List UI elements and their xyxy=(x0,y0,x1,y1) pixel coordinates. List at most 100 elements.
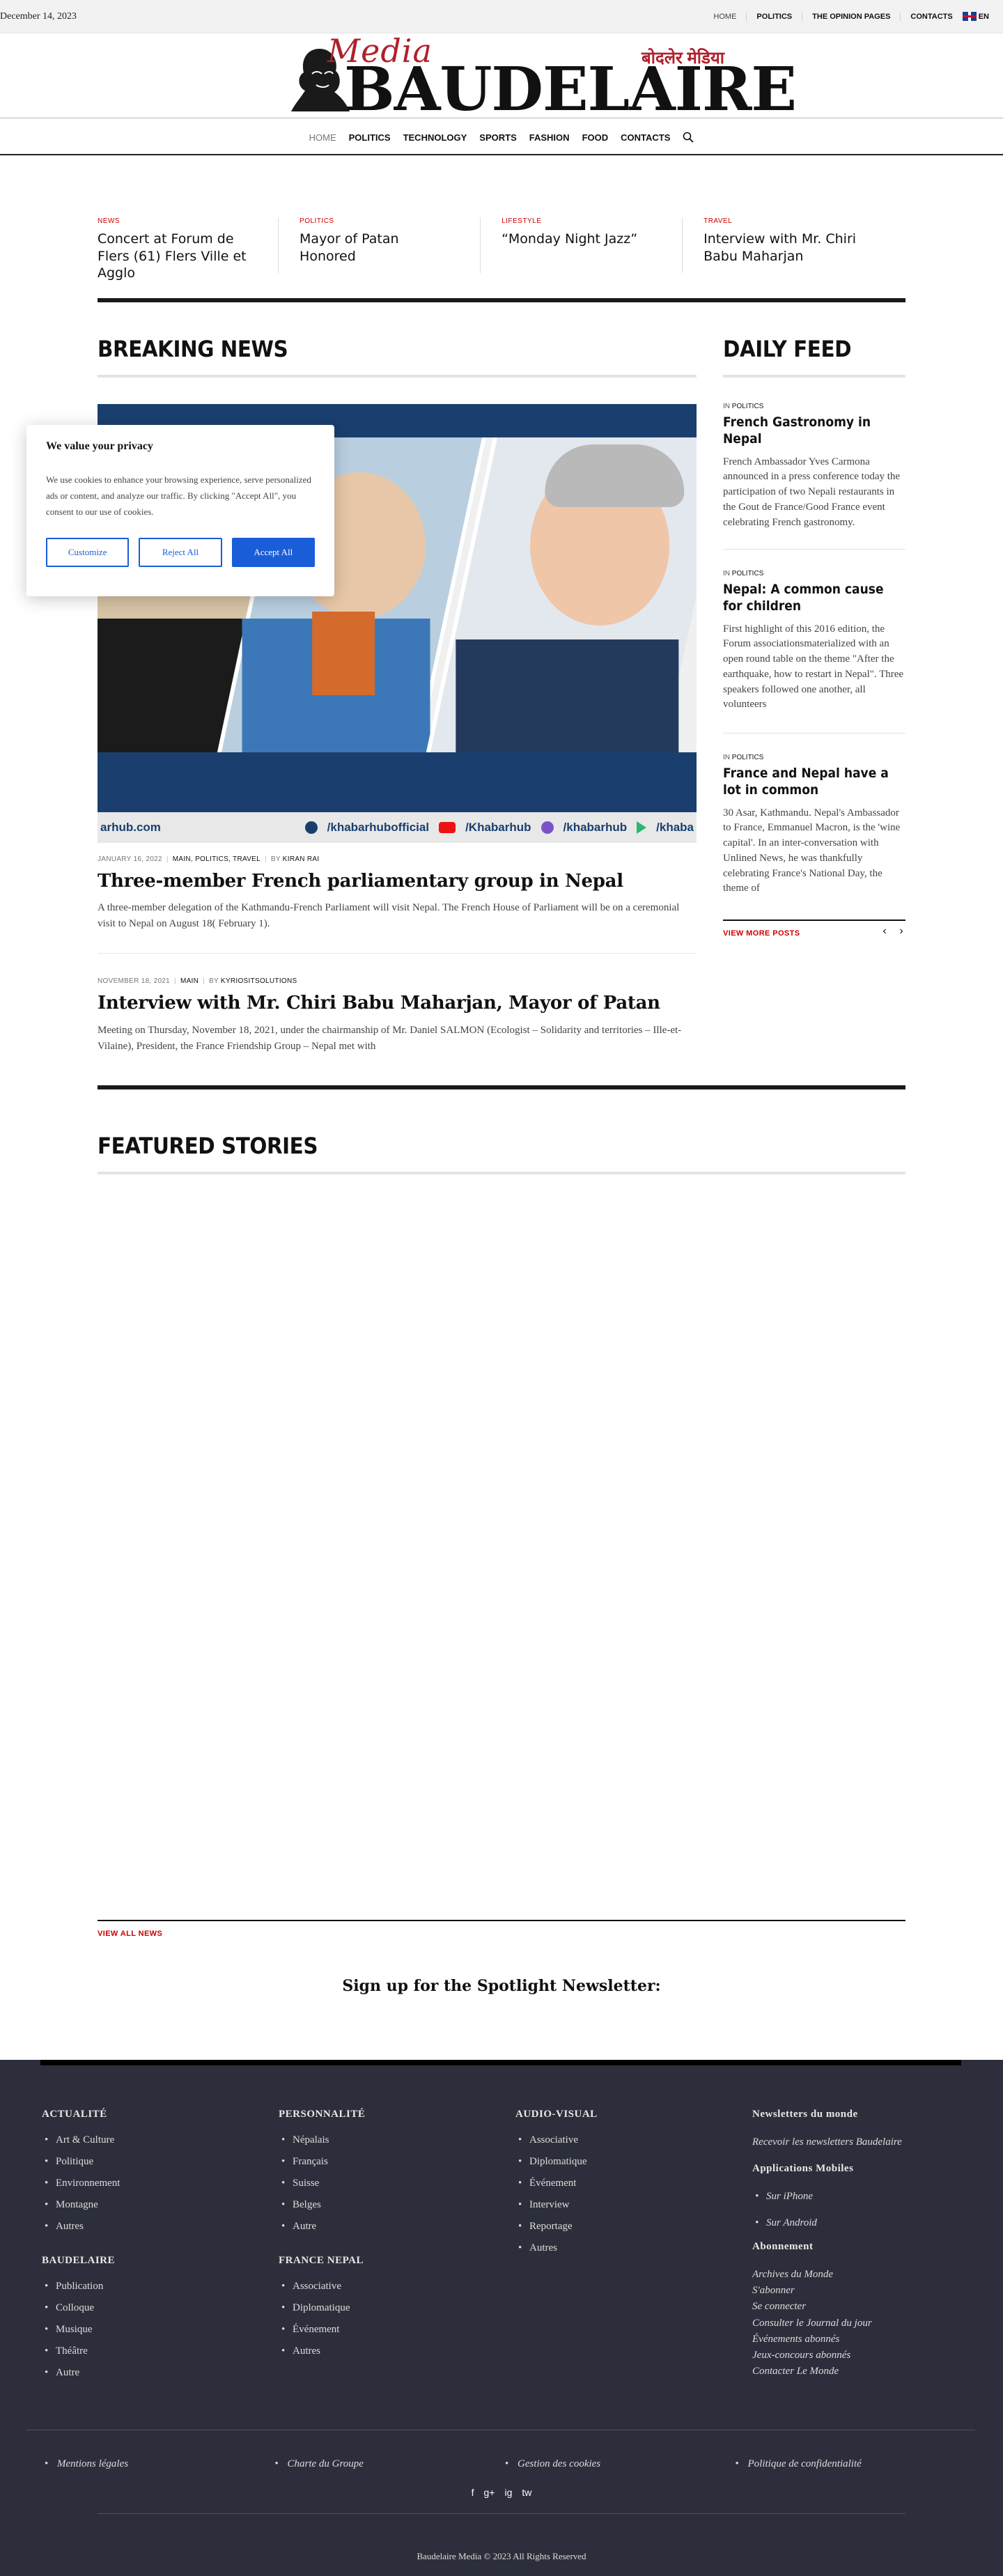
meta-separator: | xyxy=(166,855,169,863)
footer-link[interactable]: Contacter Le Monde xyxy=(752,2364,961,2380)
chevron-left-icon[interactable]: ‹ xyxy=(879,925,890,938)
footer-heading: Applications Mobiles xyxy=(752,2163,854,2175)
footer-link[interactable]: Jeux-concours abonnés xyxy=(752,2348,961,2364)
nav-politics[interactable]: POLITICS xyxy=(349,132,391,143)
article-title[interactable]: Three-member French parliamentary group … xyxy=(98,871,623,892)
accept-all-button[interactable]: Accept All xyxy=(231,538,315,568)
nav-home[interactable]: HOME xyxy=(309,132,336,143)
language-switch[interactable]: EN xyxy=(962,12,989,21)
top-link-politics[interactable]: POLITICS xyxy=(746,12,802,21)
footer-link[interactable]: Consulter le Journal du jour xyxy=(752,2315,961,2331)
footer-link[interactable]: Suisse xyxy=(279,2178,365,2189)
footer-link[interactable]: Autres xyxy=(515,2242,598,2254)
top-link-home[interactable]: HOME xyxy=(703,13,746,21)
ticker-item[interactable]: TRAVEL Interview with Mr. Chiri Babu Mah… xyxy=(703,217,885,273)
search-icon[interactable] xyxy=(683,132,694,143)
footer-link[interactable]: Politique xyxy=(42,2156,120,2168)
ticker-item[interactable]: POLITICS Mayor of Patan Honored xyxy=(300,217,481,273)
view-more-posts-link[interactable]: VIEW MORE POSTS xyxy=(723,929,800,938)
article-by: BY xyxy=(270,855,281,863)
google-plus-icon[interactable]: g+ xyxy=(484,2487,495,2498)
nav-fashion[interactable]: FASHION xyxy=(529,132,570,143)
facebook-icon[interactable]: f xyxy=(472,2487,474,2498)
footer-link[interactable]: Interview xyxy=(515,2199,598,2211)
footer-link[interactable]: Musique xyxy=(42,2324,115,2336)
reject-all-button[interactable]: Reject All xyxy=(139,538,222,568)
article-author[interactable]: KYRIOSITSOLUTIONS xyxy=(221,977,297,985)
logo-wordmark: BAUDELAIRE xyxy=(344,54,797,125)
footer-link[interactable]: Se connecter xyxy=(752,2299,961,2315)
feed-category-line: IN POLITICS xyxy=(723,403,905,410)
ticker-title[interactable]: Mayor of Patan Honored xyxy=(300,231,459,265)
footer-link[interactable]: Autre xyxy=(42,2367,115,2379)
footer-link[interactable]: Belges xyxy=(279,2199,365,2211)
image-bottom-band xyxy=(98,752,697,812)
portrait-hair xyxy=(545,444,685,507)
legal-link[interactable]: Charte du Groupe xyxy=(271,2458,502,2470)
article-title[interactable]: Interview with Mr. Chiri Babu Maharjan, … xyxy=(98,993,660,1014)
footer-link[interactable]: Autre xyxy=(279,2221,365,2233)
legal-link[interactable]: Gestion des cookies xyxy=(501,2458,731,2470)
nav-sports[interactable]: SPORTS xyxy=(479,132,516,143)
customize-button[interactable]: Customize xyxy=(46,538,130,568)
footer-link[interactable]: Montagne xyxy=(42,2199,120,2211)
footer-link[interactable]: Événement xyxy=(515,2178,598,2189)
feed-item[interactable]: IN POLITICS Nepal: A common cause for ch… xyxy=(723,570,905,713)
twitter-icon[interactable]: tw xyxy=(522,2487,531,2498)
feed-category[interactable]: POLITICS xyxy=(732,403,764,410)
ticker-title[interactable]: “Monday Night Jazz” xyxy=(502,231,661,248)
nav-contacts[interactable]: CONTACTS xyxy=(621,132,670,143)
footer-link[interactable]: Environnement xyxy=(42,2178,120,2189)
chevron-right-icon[interactable]: › xyxy=(896,925,907,938)
feed-divider xyxy=(723,733,905,734)
feed-category[interactable]: POLITICS xyxy=(732,754,764,761)
feed-item[interactable]: IN POLITICS French Gastronomy in Nepal F… xyxy=(723,403,905,530)
footer-link[interactable]: Reportage xyxy=(515,2221,598,2233)
top-link-contacts[interactable]: CONTACTS xyxy=(900,12,962,21)
top-link-opinion[interactable]: THE OPINION PAGES xyxy=(802,12,900,21)
footer-link[interactable]: Associative xyxy=(279,2281,364,2292)
footer-link[interactable]: Publication xyxy=(42,2281,115,2292)
feed-title[interactable]: France and Nepal have a lot in common xyxy=(723,766,905,799)
feed-item[interactable]: IN POLITICS France and Nepal have a lot … xyxy=(723,754,905,897)
top-bar: December 14, 2023 HOME POLITICS THE OPIN… xyxy=(0,0,1003,33)
footer-link[interactable]: Diplomatique xyxy=(515,2156,598,2168)
nav-food[interactable]: FOOD xyxy=(582,132,609,143)
footer-col-newsletters: Newsletters du monde Recevoir les newsle… xyxy=(752,2109,961,2380)
feed-title[interactable]: French Gastronomy in Nepal xyxy=(723,414,905,448)
nav-technology[interactable]: TECHNOLOGY xyxy=(403,132,467,143)
footer-link[interactable]: Archives du Monde xyxy=(752,2267,961,2283)
footer-link[interactable]: Théâtre xyxy=(42,2345,115,2357)
view-all-news-link[interactable]: VIEW ALL NEWS xyxy=(98,1930,162,1938)
footer-link[interactable]: Diplomatique xyxy=(279,2302,364,2314)
article-categories[interactable]: MAIN xyxy=(180,977,199,985)
legal-link[interactable]: Mentions légales xyxy=(40,2458,271,2470)
footer-link[interactable]: Associative xyxy=(515,2134,598,2146)
newsletter-link[interactable]: Recevoir les newsletters Baudelaire xyxy=(752,2134,961,2150)
ticker-item[interactable]: NEWS Concert at Forum de Flers (61) Fler… xyxy=(98,217,279,281)
feed-title[interactable]: Nepal: A common cause for children xyxy=(723,582,905,615)
footer-link[interactable]: Français xyxy=(279,2156,365,2168)
feed-category[interactable]: POLITICS xyxy=(732,570,764,577)
footer-link[interactable]: Événement xyxy=(279,2324,364,2336)
footer-link[interactable]: Événements abonnés xyxy=(752,2331,961,2348)
footer-link-android[interactable]: Sur Android xyxy=(752,2215,961,2232)
legal-link[interactable]: Politique de confidentialité xyxy=(731,2458,962,2470)
footer-link[interactable]: S'abonner xyxy=(752,2283,961,2299)
footer-link[interactable]: Autres xyxy=(42,2221,120,2233)
site-logo[interactable]: Media बोदलेर मेडिया BAUDELAIRE xyxy=(286,32,797,120)
footer-link-iphone[interactable]: Sur iPhone xyxy=(752,2189,961,2205)
feed-excerpt: First highlight of this 2016 edition, th… xyxy=(723,623,904,711)
feed-category-line: IN POLITICS xyxy=(723,754,905,761)
ticker-category: TRAVEL xyxy=(703,217,733,225)
article-author[interactable]: KIRAN RAI xyxy=(283,855,320,863)
footer-link[interactable]: Art & Culture xyxy=(42,2134,120,2146)
footer-link[interactable]: Autres xyxy=(279,2345,364,2357)
ticker-title[interactable]: Interview with Mr. Chiri Babu Maharjan xyxy=(703,231,864,265)
ticker-title[interactable]: Concert at Forum de Flers (61) Flers Vil… xyxy=(98,231,257,282)
ticker-item[interactable]: LIFESTYLE “Monday Night Jazz” xyxy=(502,217,683,273)
instagram-icon[interactable]: ig xyxy=(504,2487,512,2498)
footer-link[interactable]: Colloque xyxy=(42,2302,115,2314)
article-categories[interactable]: MAIN, POLITICS, TRAVEL xyxy=(173,855,261,863)
footer-link[interactable]: Népalais xyxy=(279,2134,365,2146)
